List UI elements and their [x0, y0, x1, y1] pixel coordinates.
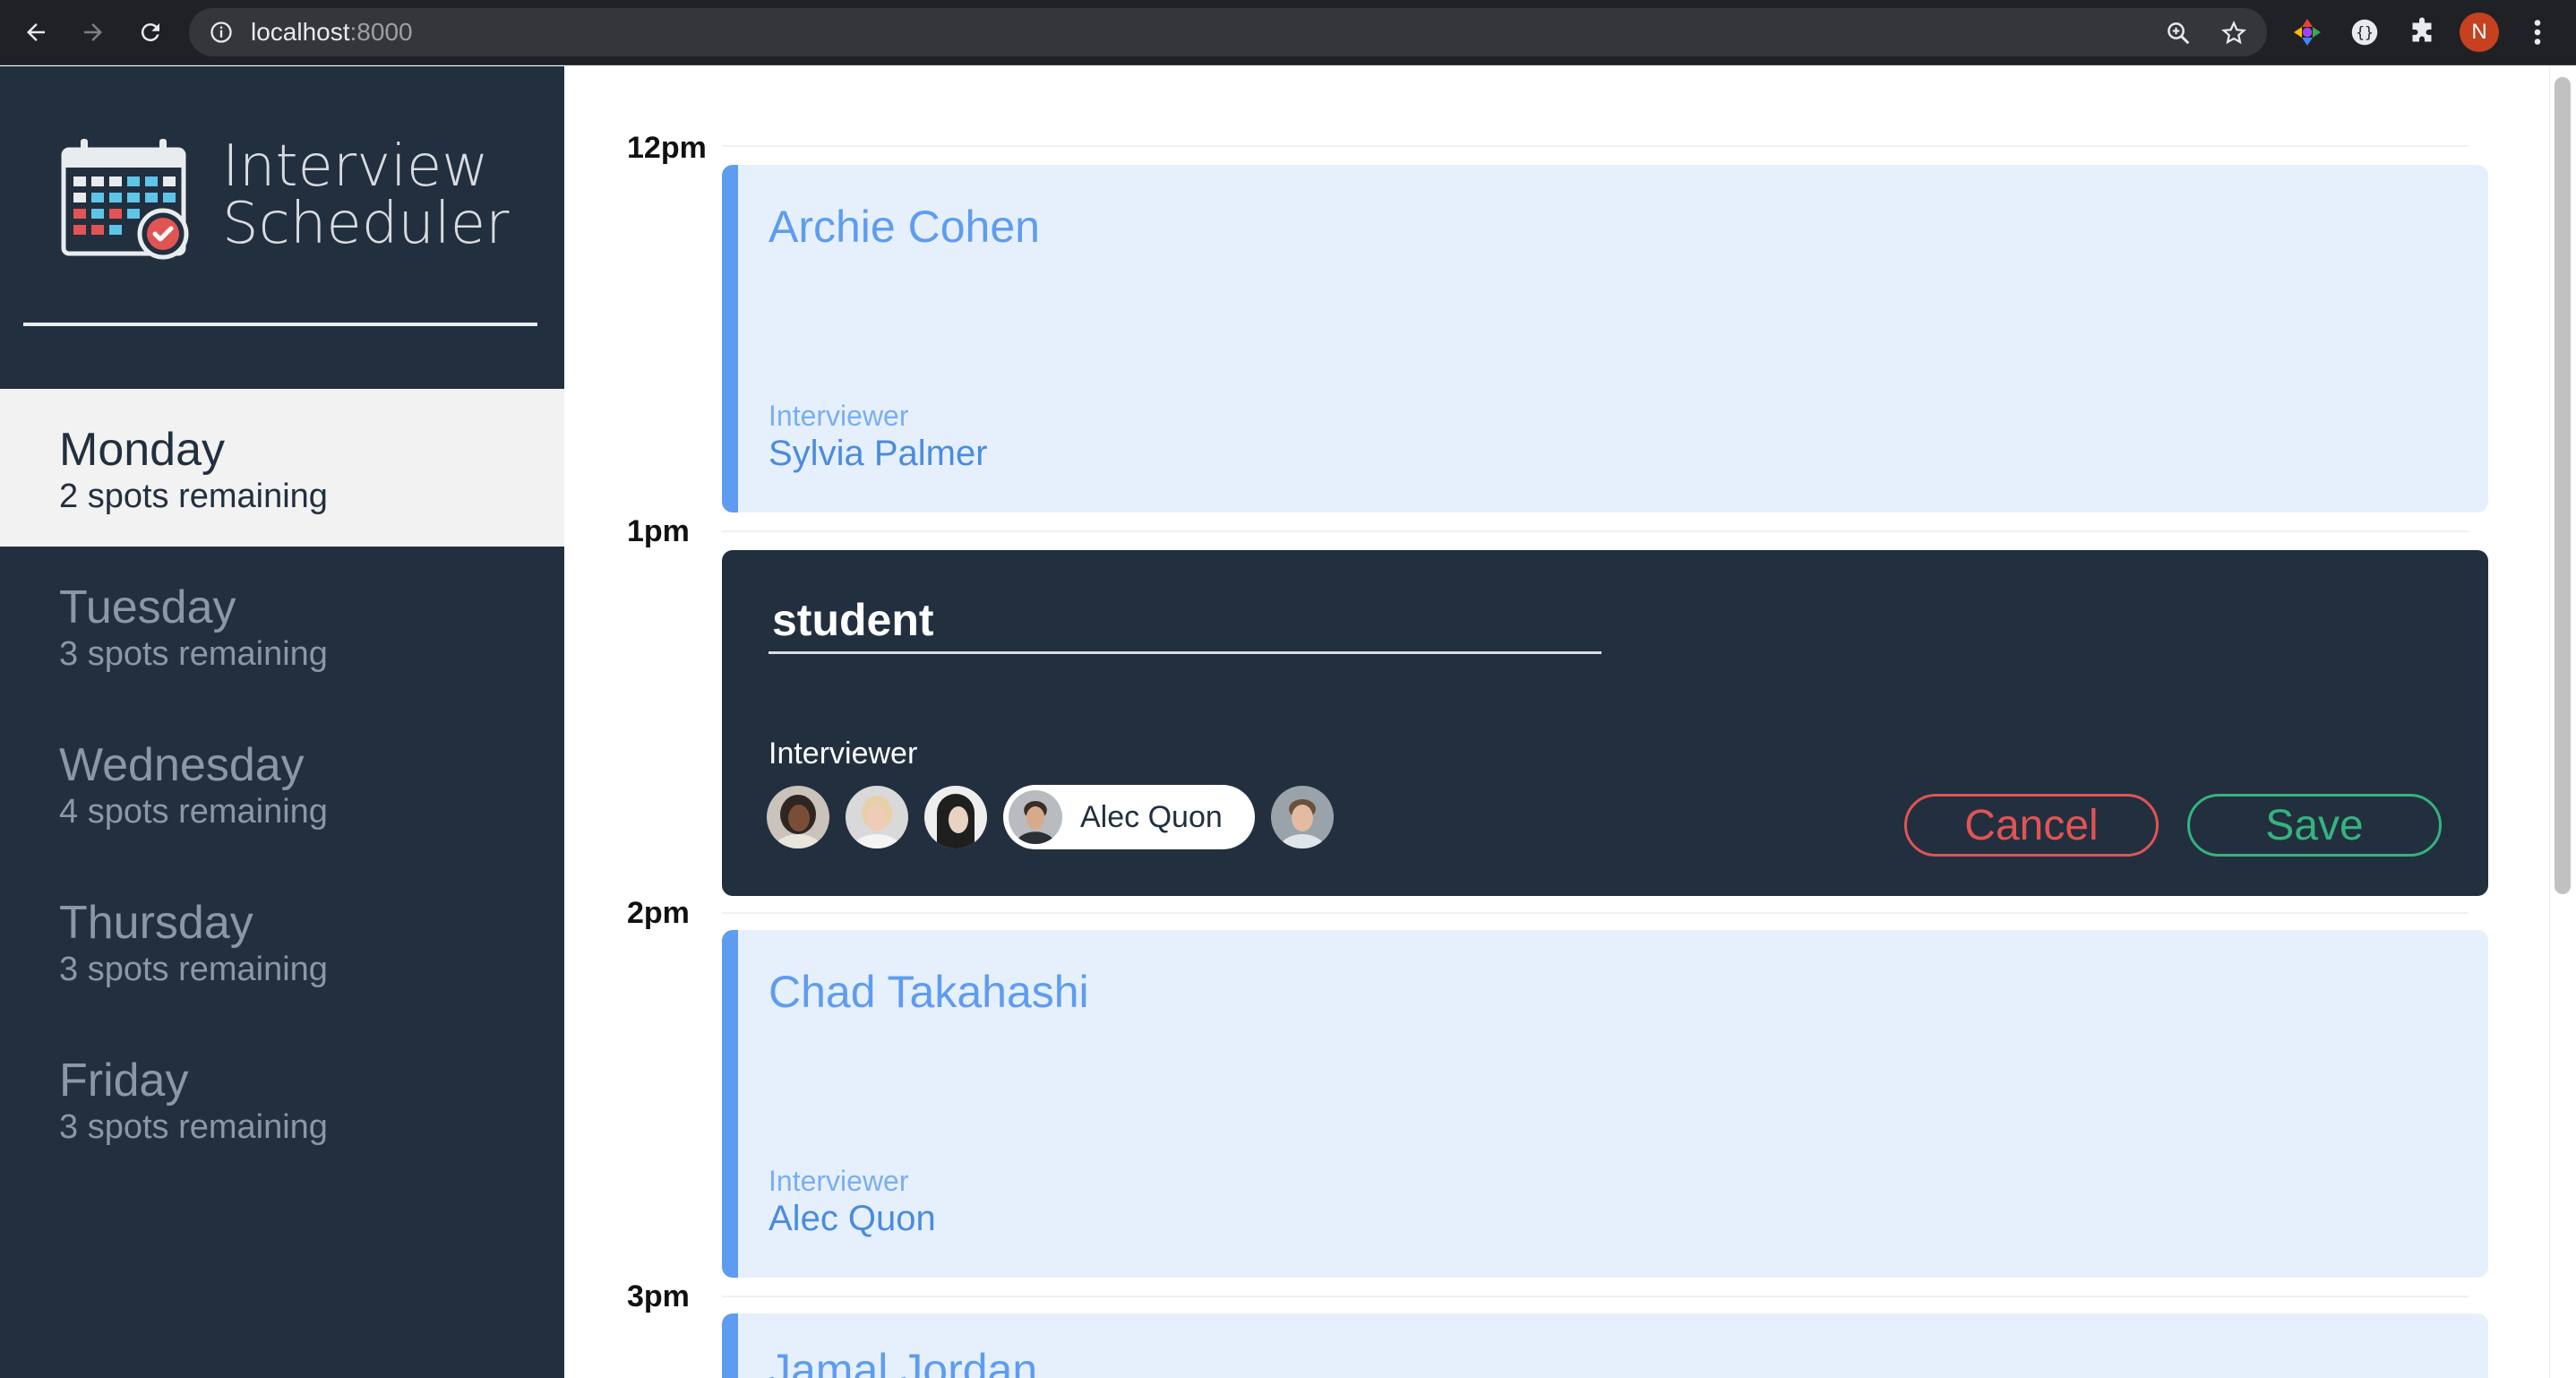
back-button[interactable] [16, 13, 56, 52]
interviewer-avatar-1[interactable] [767, 786, 829, 848]
forward-button[interactable] [73, 13, 113, 52]
interviewer-avatar-2[interactable] [846, 786, 908, 848]
time-label-12pm: 12pm [627, 131, 707, 165]
sidebar: Interview Scheduler Monday 2 spots remai… [0, 66, 564, 1378]
interviewer-name: Sylvia Palmer [769, 434, 988, 473]
profile-avatar[interactable]: N [2460, 13, 2499, 52]
time-separator [722, 145, 2469, 147]
interviewer-list: Alec Quon [767, 785, 1350, 849]
day-name: Friday [59, 1055, 189, 1107]
day-spots: 3 spots remaining [59, 1108, 328, 1146]
day-name: Thursday [59, 897, 253, 949]
appointment-form: Interviewer Alec Quon Cancel Save [722, 550, 2488, 896]
time-label-2pm: 2pm [627, 896, 690, 930]
student-name: Jamal Jordan [769, 1345, 1038, 1378]
interviewer-photo-icon [1009, 790, 1062, 844]
day-item-friday[interactable]: Friday 3 spots remaining [0, 1020, 564, 1177]
more-menu-icon[interactable] [2524, 16, 2551, 48]
zoom-icon[interactable] [2165, 20, 2192, 47]
student-name: Chad Takahashi [769, 967, 1089, 1017]
interviewer-photo-icon [924, 786, 987, 848]
day-item-tuesday[interactable]: Tuesday 3 spots remaining [0, 547, 564, 704]
puzzle-icon[interactable] [2406, 16, 2438, 48]
app-logo-text: Interview Scheduler [222, 133, 510, 257]
save-button[interactable]: Save [2187, 794, 2442, 857]
day-list: Monday 2 spots remaining Tuesday 3 spots… [0, 389, 564, 1177]
day-name: Tuesday [59, 581, 236, 633]
day-name: Monday [59, 424, 225, 476]
interviewer-photo-icon [767, 786, 829, 848]
url-text: localhost:8000 [251, 18, 413, 46]
day-spots: 3 spots remaining [59, 951, 328, 988]
info-icon[interactable] [209, 20, 234, 45]
cancel-button[interactable]: Cancel [1904, 794, 2159, 857]
day-name: Wednesday [59, 739, 305, 791]
day-item-wednesday[interactable]: Wednesday 4 spots remaining [0, 704, 564, 862]
interviewer-list-label: Interviewer [769, 736, 918, 771]
arrow-left-icon [27, 23, 45, 41]
time-separator [722, 530, 2469, 532]
interviewer-name: Alec Quon [769, 1199, 936, 1238]
selected-interviewer-name: Alec Quon [1080, 799, 1223, 834]
day-item-thursday[interactable]: Thursday 3 spots remaining [0, 862, 564, 1020]
student-name-input[interactable] [769, 588, 1601, 654]
appointment-card[interactable]: Chad Takahashi Interviewer Alec Quon [722, 930, 2488, 1278]
day-spots: 3 spots remaining [59, 635, 328, 673]
arrow-right-icon [84, 23, 102, 41]
day-spots: 4 spots remaining [59, 793, 328, 831]
interviewer-label: Interviewer [769, 400, 909, 432]
interviewer-photo-icon [1270, 786, 1334, 848]
interviewer-avatar-5[interactable] [1270, 786, 1334, 848]
scrollbar-thumb[interactable] [2555, 77, 2571, 894]
browser-toolbar: localhost:8000 {} N [0, 0, 2576, 65]
time-separator [722, 912, 2469, 914]
star-icon[interactable] [2220, 20, 2247, 47]
devtools-extension-icon[interactable]: {} [2348, 16, 2381, 48]
day-spots: 2 spots remaining [59, 478, 328, 515]
interviewer-label: Interviewer [769, 1165, 909, 1197]
address-bar[interactable]: localhost:8000 [189, 8, 2267, 56]
appointment-card[interactable]: Jamal Jordan [722, 1313, 2488, 1378]
interviewer-photo-icon [846, 786, 908, 848]
appointment-card[interactable]: Archie Cohen Interviewer Sylvia Palmer [722, 165, 2488, 512]
time-separator [722, 1296, 2469, 1297]
day-item-monday[interactable]: Monday 2 spots remaining [0, 389, 564, 547]
color-extension-icon[interactable] [2291, 16, 2323, 48]
interviewer-avatar-selected [1009, 790, 1062, 844]
time-label-3pm: 3pm [627, 1279, 690, 1313]
svg-text:{}: {} [2356, 24, 2374, 41]
reload-button[interactable] [131, 13, 170, 52]
time-label-1pm: 1pm [627, 514, 690, 548]
calendar-logo-icon [61, 139, 189, 260]
sidebar-divider [23, 323, 537, 326]
student-name: Archie Cohen [769, 202, 1040, 252]
interviewer-item-selected[interactable]: Alec Quon [1003, 785, 1255, 849]
reload-icon [141, 23, 159, 42]
schedule: 12pm Archie Cohen Interviewer Sylvia Pal… [564, 66, 2549, 1378]
interviewer-avatar-3[interactable] [924, 786, 987, 848]
